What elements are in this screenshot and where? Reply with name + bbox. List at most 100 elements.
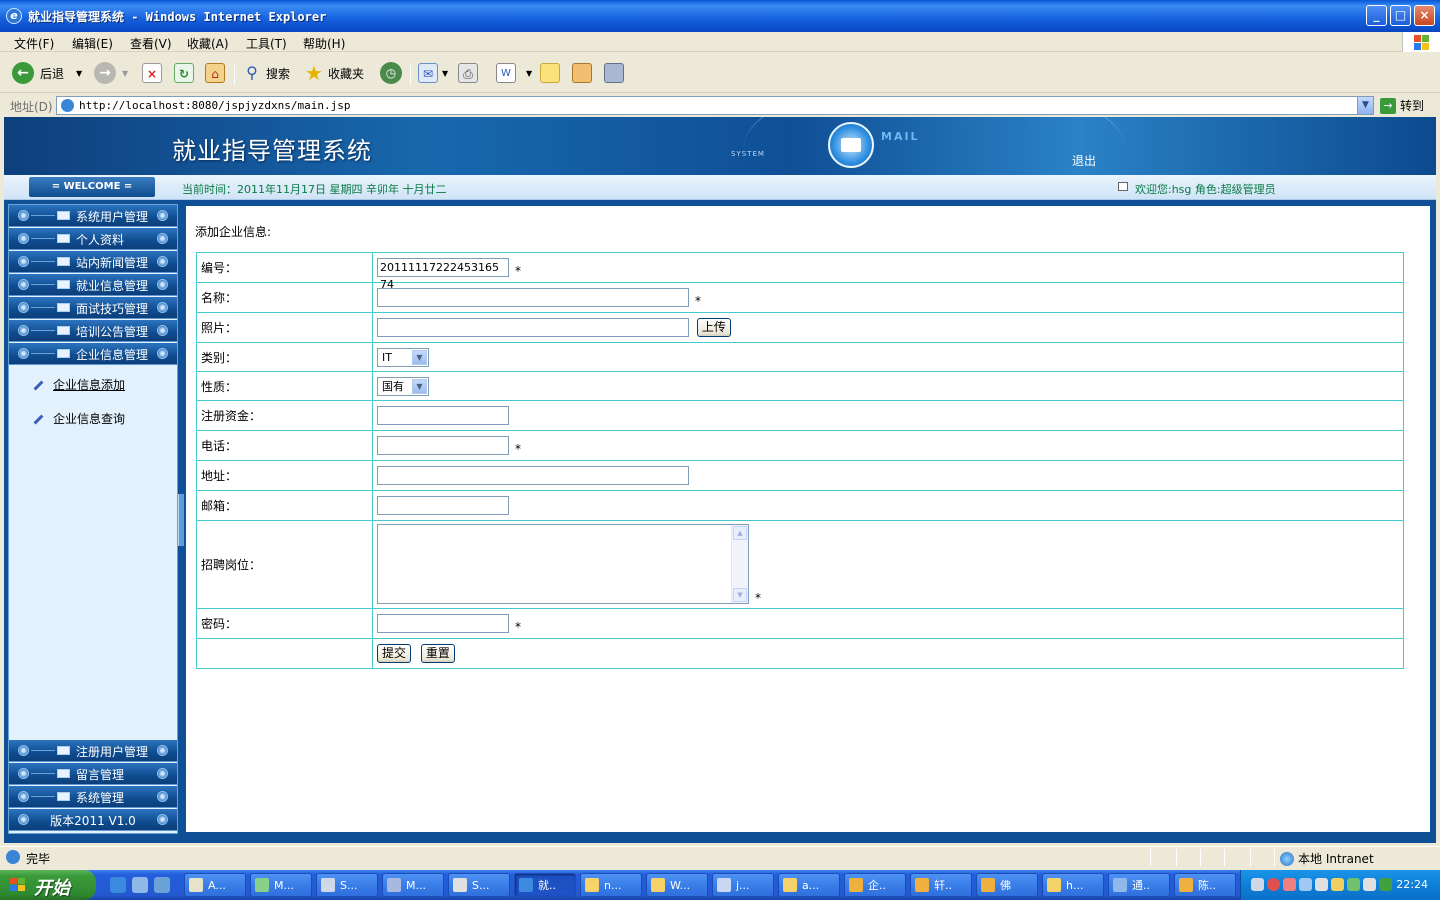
shield-icon[interactable] — [1379, 878, 1392, 891]
stop-button[interactable]: × — [142, 61, 162, 85]
tray-network-icon[interactable] — [1299, 878, 1312, 891]
search-button[interactable]: ⚲ 搜索 — [242, 61, 290, 85]
scroll-up-icon[interactable]: ▲ — [733, 526, 747, 541]
sidebar-item-job-info[interactable]: 就业信息管理 — [9, 274, 177, 296]
maximize-button[interactable]: □ — [1390, 5, 1411, 26]
quicklaunch-desktop-icon[interactable] — [154, 877, 170, 893]
menu-edit[interactable]: 编辑(E) — [72, 35, 113, 52]
history-button[interactable]: ◷ — [380, 61, 402, 85]
empty-cell — [196, 638, 373, 669]
research-button[interactable] — [572, 61, 592, 85]
textarea-scrollbar[interactable]: ▲ ▼ — [731, 525, 748, 604]
sidebar-item-system-settings[interactable]: 系统管理 — [9, 786, 177, 808]
menu-tools[interactable]: 工具(T) — [246, 35, 287, 52]
forward-button[interactable]: → ▼ — [94, 61, 128, 85]
refresh-button[interactable]: ↻ — [174, 61, 194, 85]
logout-link[interactable]: 退出 — [1072, 152, 1096, 169]
messenger-button[interactable] — [604, 61, 624, 85]
taskbar-button-active[interactable]: 就.. — [514, 873, 576, 897]
label-nature: 性质： — [196, 371, 373, 401]
taskbar-button[interactable]: A... — [184, 873, 246, 897]
keyboard-icon[interactable] — [1251, 878, 1264, 891]
tray-app-icon[interactable] — [1315, 878, 1328, 891]
home-button[interactable]: ⌂ — [205, 61, 225, 85]
taskbar-button[interactable]: W... — [646, 873, 708, 897]
taskbar-button[interactable]: M... — [382, 873, 444, 897]
password-input[interactable] — [377, 613, 509, 633]
photo-input[interactable] — [377, 318, 689, 337]
form-row-positions: 招聘岗位： ▲ ▼ * — [196, 520, 1404, 609]
required-mark: * — [695, 293, 701, 308]
go-button[interactable]: → 转到 — [1380, 96, 1424, 115]
positions-textarea[interactable]: ▲ ▼ — [377, 524, 749, 605]
note-button[interactable] — [540, 61, 560, 85]
edit-button[interactable]: W ▼ — [496, 61, 532, 85]
sidebar-sublink-company-add[interactable]: 企业信息添加 — [31, 376, 125, 393]
sidebar-item-news[interactable]: 站内新闻管理 — [9, 251, 177, 273]
tray-app-icon[interactable] — [1363, 878, 1376, 891]
address-input[interactable]: http://localhost:8080/jspjyzdxns/main.js… — [56, 96, 1374, 115]
tray-collapse-icon[interactable] — [1267, 878, 1280, 891]
category-select[interactable]: IT ▼ — [377, 347, 429, 367]
menu-file[interactable]: 文件(F) — [14, 35, 54, 52]
taskbar-button[interactable]: j... — [712, 873, 774, 897]
taskbar-button[interactable]: M... — [250, 873, 312, 897]
status-pane-divider — [1224, 849, 1225, 866]
sidebar-item-profile[interactable]: 个人资料 — [9, 228, 177, 250]
taskbar-button[interactable]: a... — [778, 873, 840, 897]
taskbar-button[interactable]: 企.. — [844, 873, 906, 897]
quicklaunch-ie-icon[interactable] — [110, 877, 126, 893]
phone-input[interactable] — [377, 435, 509, 455]
email-input[interactable] — [377, 496, 509, 515]
edit-dropdown-icon[interactable]: ▼ — [526, 69, 532, 78]
menu-help[interactable]: 帮助(H) — [303, 35, 345, 52]
capital-input[interactable] — [377, 406, 509, 425]
frame-splitter[interactable] — [178, 494, 184, 546]
submit-button[interactable]: 提交 — [377, 644, 412, 663]
quicklaunch-app-icon[interactable] — [132, 877, 148, 893]
tray-app-icon[interactable] — [1283, 878, 1296, 891]
taskbar-button[interactable]: 通.. — [1108, 873, 1170, 897]
scroll-down-icon[interactable]: ▼ — [733, 588, 747, 603]
address-input-field[interactable] — [377, 466, 689, 485]
taskbar-button[interactable]: S... — [316, 873, 378, 897]
back-button[interactable]: ← 后退 ▼ — [12, 61, 82, 85]
upload-button[interactable]: 上传 — [696, 318, 731, 337]
status-bar: 完毕 本地 Intranet — [0, 846, 1440, 868]
pencil-icon — [31, 413, 43, 425]
sidebar-item-messages[interactable]: 留言管理 — [9, 763, 177, 785]
name-input[interactable] — [377, 287, 689, 307]
sidebar-item-registered-users[interactable]: 注册用户管理 — [9, 740, 177, 762]
id-input[interactable]: 20111117222453165 74 — [377, 257, 509, 291]
back-dropdown-icon[interactable]: ▼ — [76, 69, 82, 78]
menu-view[interactable]: 查看(V) — [130, 35, 172, 52]
start-button[interactable]: 开始 — [0, 870, 96, 900]
sidebar-item-interview-tips[interactable]: 面试技巧管理 — [9, 297, 177, 319]
sidebar-sublink-company-query[interactable]: 企业信息查询 — [31, 410, 125, 427]
content-panel: 添加企业信息: 编号： 20111117222453165 74 * 名称： * … — [186, 206, 1430, 832]
menu-favorites[interactable]: 收藏(A) — [187, 35, 229, 52]
mail-button[interactable]: ✉ ▼ — [418, 61, 448, 85]
sidebar-item-company[interactable]: 企业信息管理 — [9, 343, 177, 365]
minimize-button[interactable]: _ — [1366, 5, 1387, 26]
mail-dropdown-icon[interactable]: ▼ — [442, 69, 448, 78]
favorites-button[interactable]: ★ 收藏夹 — [304, 61, 364, 85]
taskbar-button[interactable]: 陈.. — [1174, 873, 1236, 897]
tray-app-icon[interactable] — [1331, 878, 1344, 891]
taskbar-button[interactable]: n... — [580, 873, 642, 897]
sidebar-item-system-users[interactable]: 系统用户管理 — [9, 205, 177, 227]
address-dropdown-icon[interactable]: ▼ — [1357, 97, 1373, 114]
close-button[interactable]: × — [1414, 5, 1435, 26]
sidebar-item-label: 留言管理 — [76, 768, 125, 782]
taskbar-button[interactable]: h... — [1042, 873, 1104, 897]
nature-select[interactable]: 国有 ▼ — [377, 376, 429, 396]
envelope-icon — [57, 769, 70, 778]
tray-app-icon[interactable] — [1347, 878, 1360, 891]
reset-button[interactable]: 重置 — [420, 644, 455, 663]
taskbar-button[interactable]: 轩.. — [910, 873, 972, 897]
taskbar-button[interactable]: S... — [448, 873, 510, 897]
taskbar-button[interactable]: 佛 — [976, 873, 1038, 897]
sidebar-item-training[interactable]: 培训公告管理 — [9, 320, 177, 342]
envelope-icon — [57, 792, 70, 801]
print-button[interactable]: ⎙ — [458, 61, 478, 85]
